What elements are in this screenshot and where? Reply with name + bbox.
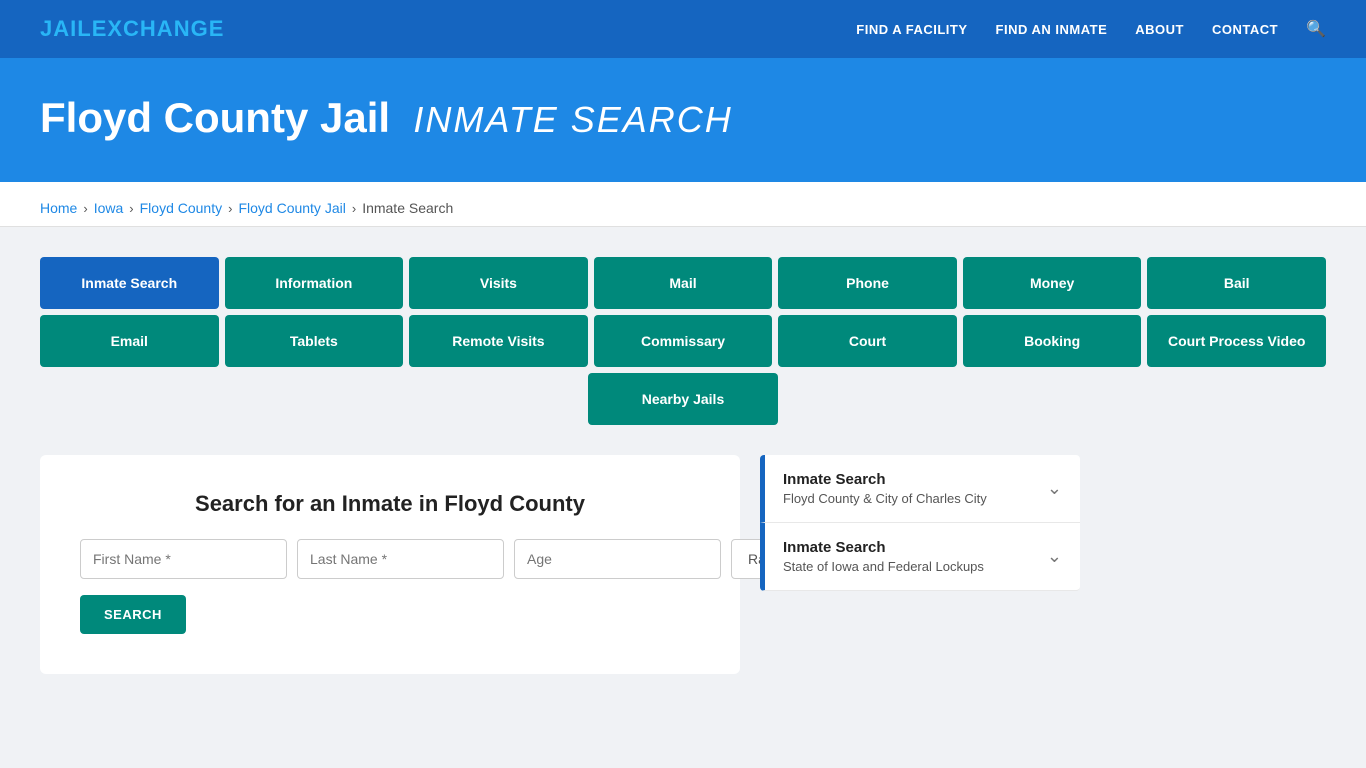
search-form-title: Search for an Inmate in Floyd County xyxy=(80,491,700,517)
tile-court-process-video[interactable]: Court Process Video xyxy=(1147,315,1326,367)
tile-visits[interactable]: Visits xyxy=(409,257,588,309)
tile-remote-visits[interactable]: Remote Visits xyxy=(409,315,588,367)
breadcrumb-sep-4: › xyxy=(352,201,356,216)
breadcrumb: Home › Iowa › Floyd County › Floyd Count… xyxy=(0,182,1366,227)
hero-title-main: Floyd County Jail xyxy=(40,94,390,141)
tile-email[interactable]: Email xyxy=(40,315,219,367)
nav-about[interactable]: ABOUT xyxy=(1135,22,1184,37)
hero-banner: Floyd County Jail INMATE SEARCH xyxy=(0,58,1366,182)
breadcrumb-floyd-county-jail[interactable]: Floyd County Jail xyxy=(238,200,345,216)
tile-money[interactable]: Money xyxy=(963,257,1142,309)
tile-inmate-search[interactable]: Inmate Search xyxy=(40,257,219,309)
breadcrumb-home[interactable]: Home xyxy=(40,200,77,216)
nav-find-facility[interactable]: FIND A FACILITY xyxy=(856,22,967,37)
sidebar-item-floyd-title: Inmate Search xyxy=(783,471,987,488)
sidebar-item-floyd-county[interactable]: Inmate Search Floyd County & City of Cha… xyxy=(760,455,1080,523)
tile-phone[interactable]: Phone xyxy=(778,257,957,309)
tile-tablets[interactable]: Tablets xyxy=(225,315,404,367)
tiles-row3: Nearby Jails xyxy=(40,373,1326,425)
tile-nearby-jails[interactable]: Nearby Jails xyxy=(588,373,778,425)
breadcrumb-sep-3: › xyxy=(228,201,232,216)
breadcrumb-sep-1: › xyxy=(83,201,87,216)
last-name-field[interactable] xyxy=(297,539,504,579)
sidebar-item-floyd-subtitle: Floyd County & City of Charles City xyxy=(783,491,987,506)
nav-find-inmate[interactable]: FIND AN INMATE xyxy=(996,22,1108,37)
sidebar-item-iowa-text: Inmate Search State of Iowa and Federal … xyxy=(783,539,984,574)
logo-exchange: EXCHANGE xyxy=(92,16,225,41)
breadcrumb-current: Inmate Search xyxy=(362,200,453,216)
search-form-box: Search for an Inmate in Floyd County Rac… xyxy=(40,455,740,674)
logo[interactable]: JAILEXCHANGE xyxy=(40,16,224,42)
nav-contact[interactable]: CONTACT xyxy=(1212,22,1278,37)
age-field[interactable] xyxy=(514,539,721,579)
main-nav: FIND A FACILITY FIND AN INMATE ABOUT CON… xyxy=(856,19,1326,39)
tiles-row1: Inmate Search Information Visits Mail Ph… xyxy=(40,257,1326,309)
search-button[interactable]: SEARCH xyxy=(80,595,186,634)
tile-booking[interactable]: Booking xyxy=(963,315,1142,367)
search-form-fields: Race White Black Hispanic Asian Native A… xyxy=(80,539,700,579)
tiles-row2: Email Tablets Remote Visits Commissary C… xyxy=(40,315,1326,367)
sidebar-item-iowa-title: Inmate Search xyxy=(783,539,984,556)
sidebar-item-iowa-subtitle: State of Iowa and Federal Lockups xyxy=(783,559,984,574)
tile-court[interactable]: Court xyxy=(778,315,957,367)
tile-bail[interactable]: Bail xyxy=(1147,257,1326,309)
tile-commissary[interactable]: Commissary xyxy=(594,315,773,367)
hero-title-sub: INMATE SEARCH xyxy=(413,99,732,140)
chevron-down-icon-2: ⌄ xyxy=(1047,546,1062,567)
sidebar-item-floyd-county-text: Inmate Search Floyd County & City of Cha… xyxy=(783,471,987,506)
breadcrumb-iowa[interactable]: Iowa xyxy=(94,200,124,216)
breadcrumb-sep-2: › xyxy=(129,201,133,216)
main-content: Inmate Search Information Visits Mail Ph… xyxy=(0,227,1366,704)
chevron-down-icon: ⌄ xyxy=(1047,478,1062,499)
breadcrumb-floyd-county[interactable]: Floyd County xyxy=(140,200,222,216)
logo-jail: JAIL xyxy=(40,16,92,41)
sidebar: Inmate Search Floyd County & City of Cha… xyxy=(760,455,1080,591)
sidebar-item-iowa-federal[interactable]: Inmate Search State of Iowa and Federal … xyxy=(760,523,1080,591)
tile-mail[interactable]: Mail xyxy=(594,257,773,309)
first-name-field[interactable] xyxy=(80,539,287,579)
tile-information[interactable]: Information xyxy=(225,257,404,309)
page-title: Floyd County Jail INMATE SEARCH xyxy=(40,94,1326,142)
header: JAILEXCHANGE FIND A FACILITY FIND AN INM… xyxy=(0,0,1366,58)
content-area: Search for an Inmate in Floyd County Rac… xyxy=(40,455,1326,674)
search-icon[interactable]: 🔍 xyxy=(1306,19,1326,39)
